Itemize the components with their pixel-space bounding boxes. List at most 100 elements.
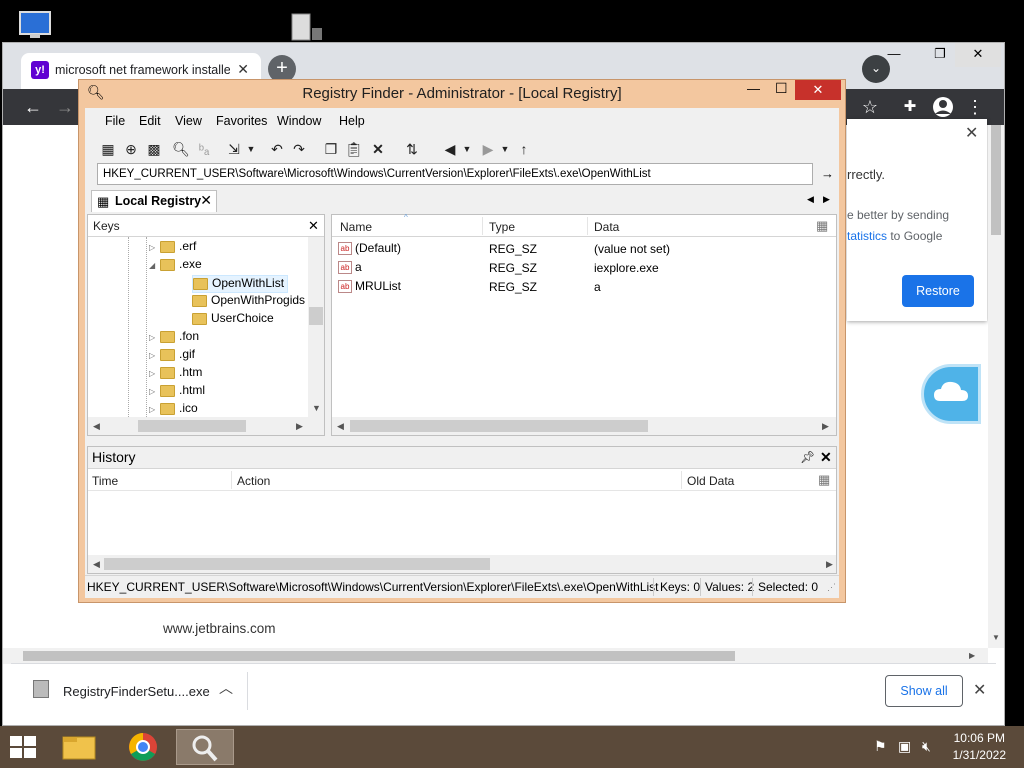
resize-grip-icon[interactable]: ⋰: [827, 582, 836, 593]
show-all-button[interactable]: Show all: [885, 675, 963, 707]
download-file-name[interactable]: RegistryFinderSetu....exe: [63, 684, 210, 699]
vertical-scrollbar[interactable]: ▼: [988, 125, 1004, 648]
keys-v-scrollbar[interactable]: ▼: [308, 237, 324, 417]
column-name[interactable]: Name: [340, 220, 372, 234]
nav-back-dropdown-icon[interactable]: ▼: [458, 140, 476, 158]
delete-icon[interactable]: ✕: [369, 140, 387, 158]
forward-icon[interactable]: →: [53, 95, 77, 119]
values-h-scrollbar[interactable]: ◀ ▶: [332, 417, 836, 435]
chrome-taskbar-icon[interactable]: [114, 729, 172, 765]
h-scroll-thumb[interactable]: [23, 651, 735, 661]
back-icon[interactable]: ←: [21, 95, 45, 119]
keys-scroll-left-icon[interactable]: ◀: [93, 421, 100, 432]
statistics-link[interactable]: tatistics: [847, 229, 887, 243]
history-h-thumb[interactable]: [104, 558, 490, 570]
values-h-thumb[interactable]: [350, 420, 648, 432]
pin-icon[interactable]: 📌︎: [800, 450, 815, 464]
rf-titlebar[interactable]: 🔍︎ Registry Finder - Administrator - [Lo…: [79, 80, 845, 108]
paste-icon[interactable]: 📋︎: [345, 140, 363, 158]
history-scroll-right-icon[interactable]: ▶: [826, 559, 833, 570]
keys-pane-close-icon[interactable]: ✕: [308, 218, 319, 234]
minimize-button[interactable]: —: [871, 43, 917, 67]
tree-item-htm[interactable]: ▷ .htm: [149, 365, 202, 383]
keys-v-thumb[interactable]: [309, 307, 323, 325]
cloud-widget-button[interactable]: [921, 364, 981, 424]
rf-close-button[interactable]: ✕: [795, 80, 841, 100]
value-row[interactable]: ab MRUList REG_SZ a: [332, 277, 836, 296]
desktop-recycle-icon[interactable]: [286, 10, 326, 42]
history-scroll-left-icon[interactable]: ◀: [93, 559, 100, 570]
history-column-chooser-icon[interactable]: ▦: [818, 472, 830, 488]
find-icon[interactable]: 🔍︎: [172, 140, 190, 158]
registry-hive-icon[interactable]: ▩: [145, 140, 163, 158]
keys-h-scrollbar[interactable]: ◀ ▶: [88, 417, 324, 435]
restore-button-card[interactable]: Restore: [902, 275, 974, 307]
tree-item-ico[interactable]: ▷ .ico: [149, 401, 198, 417]
tabs-scroll-left-icon[interactable]: ◀: [807, 194, 814, 205]
keys-scroll-right-icon[interactable]: ▶: [296, 421, 303, 432]
column-chooser-icon[interactable]: ▦: [816, 218, 828, 234]
close-window-button[interactable]: ✕: [955, 43, 1001, 67]
column-data[interactable]: Data: [594, 220, 619, 234]
doc-tab-close-icon[interactable]: ✕: [200, 192, 212, 209]
menu-favorites[interactable]: Favorites: [216, 114, 267, 128]
menu-window[interactable]: Window: [277, 114, 321, 128]
tree-item-openwithprogids[interactable]: OpenWithProgids: [192, 293, 305, 311]
tree-item-fon[interactable]: ▷ .fon: [149, 329, 199, 347]
tree-item-html[interactable]: ▷ .html: [149, 383, 205, 401]
path-go-arrow-icon[interactable]: →: [821, 166, 834, 181]
extensions-icon[interactable]: ✚: [898, 95, 922, 119]
keys-h-thumb[interactable]: [138, 420, 246, 432]
menu-view[interactable]: View: [175, 114, 202, 128]
export-dropdown-icon[interactable]: ▼: [242, 140, 260, 158]
menu-help[interactable]: Help: [339, 114, 365, 128]
registry-finder-taskbar-icon[interactable]: [176, 729, 234, 765]
tree-item-openwithlist[interactable]: OpenWithList: [192, 275, 289, 293]
redo-icon[interactable]: ↷: [290, 140, 308, 158]
nav-forward-dropdown-icon[interactable]: ▼: [496, 140, 514, 158]
value-row[interactable]: ab a REG_SZ iexplore.exe: [332, 258, 836, 277]
value-row[interactable]: ab (Default) REG_SZ (value not set): [332, 239, 836, 258]
tree-item-exe[interactable]: ◢ .exe: [149, 257, 202, 275]
refresh-icon[interactable]: ⇅: [403, 140, 421, 158]
file-explorer-taskbar-icon[interactable]: [50, 729, 108, 765]
menu-file[interactable]: File: [105, 114, 125, 128]
values-scroll-left-icon[interactable]: ◀: [337, 421, 344, 432]
download-chevron-up-icon[interactable]: ︿: [219, 678, 233, 698]
action-center-flag-icon[interactable]: ⚑: [874, 738, 887, 755]
go-up-icon[interactable]: ↑: [515, 140, 533, 158]
profile-avatar-icon[interactable]: [931, 95, 955, 119]
tree-item-erf[interactable]: ▷ .erf: [149, 239, 196, 257]
network-icon[interactable]: ▣: [898, 738, 911, 755]
rf-maximize-button[interactable]: ☐: [775, 80, 788, 97]
address-path-input[interactable]: HKEY_CURRENT_USER\Software\Microsoft\Win…: [97, 163, 813, 185]
undo-icon[interactable]: ↶: [268, 140, 286, 158]
volume-muted-icon[interactable]: 🔇︎: [922, 738, 931, 755]
column-type[interactable]: Type: [489, 220, 515, 234]
desktop-computer-icon[interactable]: [16, 10, 60, 40]
v-scroll-thumb[interactable]: [991, 125, 1001, 235]
menu-edit[interactable]: Edit: [139, 114, 161, 128]
windows-start-icon[interactable]: [10, 736, 38, 760]
replace-icon[interactable]: ᵇₐ: [195, 140, 213, 158]
scroll-right-arrow-icon[interactable]: ▶: [969, 651, 975, 660]
history-col-old-data[interactable]: Old Data: [687, 474, 734, 488]
history-col-action[interactable]: Action: [237, 474, 270, 488]
horizontal-scrollbar[interactable]: ▶: [3, 648, 988, 664]
tree-item-gif[interactable]: ▷ .gif: [149, 347, 195, 365]
download-close-icon[interactable]: ✕: [973, 680, 986, 700]
grid-view-icon[interactable]: ▦: [99, 140, 117, 158]
history-h-scrollbar[interactable]: ◀ ▶: [88, 555, 836, 573]
rf-minimize-button[interactable]: —: [747, 81, 760, 96]
tree-item-userchoice[interactable]: UserChoice: [192, 311, 274, 329]
values-scroll-right-icon[interactable]: ▶: [822, 421, 829, 432]
tabs-scroll-right-icon[interactable]: ▶: [823, 194, 830, 205]
copy-icon[interactable]: ❐: [322, 140, 340, 158]
system-clock[interactable]: 10:06 PM 1/31/2022: [953, 730, 1006, 764]
chrome-menu-icon[interactable]: ⋮: [963, 95, 987, 119]
keys-scroll-down-icon[interactable]: ▼: [312, 403, 321, 413]
doc-tab-local-registry[interactable]: ▦ Local Registry ✕: [91, 190, 217, 212]
history-col-time[interactable]: Time: [92, 474, 118, 488]
network-registry-icon[interactable]: ⊕: [122, 140, 140, 158]
bookmark-star-icon[interactable]: ☆: [858, 95, 882, 119]
